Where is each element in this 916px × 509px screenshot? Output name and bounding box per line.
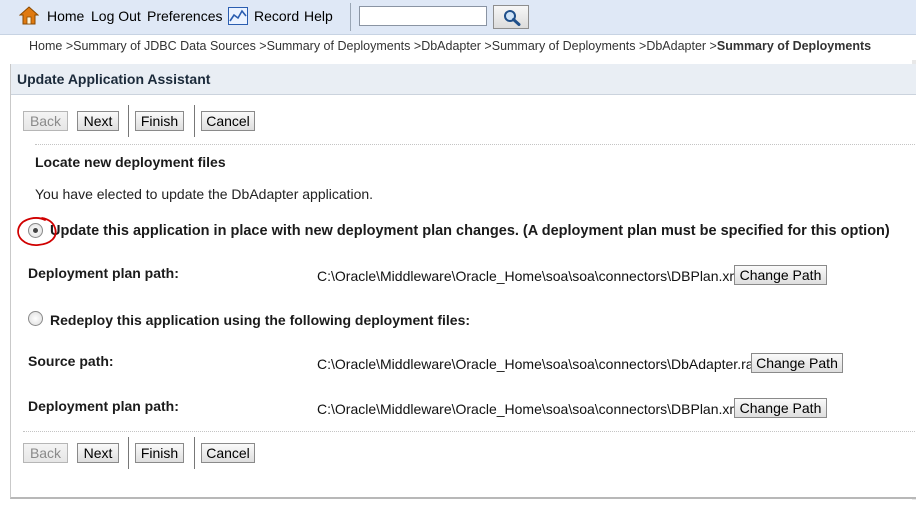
- next-button-top[interactable]: Next: [77, 111, 119, 131]
- button-divider: [128, 105, 129, 137]
- preferences-link[interactable]: Preferences: [147, 8, 222, 24]
- source-path-value: C:\Oracle\Middleware\Oracle_Home\soa\soa…: [317, 356, 759, 372]
- help-link[interactable]: Help: [304, 8, 333, 24]
- plan-path-value-2: C:\Oracle\Middleware\Oracle_Home\soa\soa…: [317, 401, 745, 417]
- plan-path-value-1: C:\Oracle\Middleware\Oracle_Home\soa\soa…: [317, 268, 745, 284]
- finish-button-top[interactable]: Finish: [135, 111, 184, 131]
- breadcrumb-home[interactable]: Home >: [29, 39, 73, 53]
- source-path-label: Source path:: [28, 353, 114, 369]
- next-button-bottom[interactable]: Next: [77, 443, 119, 463]
- panel-title: Update Application Assistant: [11, 64, 916, 95]
- record-link[interactable]: Record: [254, 8, 299, 24]
- cancel-button-bottom[interactable]: Cancel: [201, 443, 255, 463]
- home-icon[interactable]: [19, 6, 39, 26]
- annotation-circle: [17, 217, 57, 246]
- breadcrumb-dbadapter-2[interactable]: DbAdapter >: [646, 39, 717, 53]
- logout-link[interactable]: Log Out: [91, 8, 141, 24]
- intro-text: You have elected to update the DbAdapter…: [35, 186, 374, 202]
- update-assistant-panel: Update Application Assistant Back Next F…: [10, 64, 916, 499]
- breadcrumb-deployments-1[interactable]: Summary of Deployments >: [267, 39, 422, 53]
- record-icon[interactable]: [228, 7, 248, 25]
- breadcrumb-current: Summary of Deployments: [716, 39, 872, 53]
- change-path-button-3[interactable]: Change Path: [734, 398, 827, 418]
- cancel-button-top[interactable]: Cancel: [201, 111, 255, 131]
- breadcrumb-dbadapter-1[interactable]: DbAdapter >: [421, 39, 492, 53]
- section-title: Locate new deployment files: [35, 154, 226, 170]
- finish-button-bottom[interactable]: Finish: [135, 443, 184, 463]
- toolbar-divider: [350, 3, 351, 31]
- breadcrumb: Home >Summary of JDBC Data Sources >Summ…: [29, 39, 871, 53]
- update-in-place-label[interactable]: Update this application in place with ne…: [50, 223, 890, 239]
- breadcrumb-jdbc[interactable]: Summary of JDBC Data Sources >: [73, 39, 266, 53]
- back-button-bottom[interactable]: Back: [23, 443, 68, 463]
- button-divider: [128, 437, 129, 469]
- top-toolbar: Home Log Out Preferences Record Help: [0, 0, 916, 35]
- plan-path-label-1: Deployment plan path:: [28, 265, 179, 281]
- breadcrumb-deployments-2[interactable]: Summary of Deployments >: [492, 39, 647, 53]
- button-divider: [194, 105, 195, 137]
- home-link[interactable]: Home: [47, 8, 84, 24]
- search-button[interactable]: [493, 5, 529, 29]
- divider-line: [35, 144, 916, 145]
- divider-line: [23, 431, 916, 432]
- change-path-button-2[interactable]: Change Path: [751, 353, 843, 373]
- button-divider: [194, 437, 195, 469]
- back-button-top[interactable]: Back: [23, 111, 68, 131]
- redeploy-label[interactable]: Redeploy this application using the foll…: [50, 312, 470, 328]
- change-path-button-1[interactable]: Change Path: [734, 265, 827, 285]
- search-icon: [504, 10, 521, 26]
- search-input[interactable]: [359, 6, 487, 26]
- plan-path-label-2: Deployment plan path:: [28, 398, 179, 414]
- redeploy-radio[interactable]: [28, 311, 43, 326]
